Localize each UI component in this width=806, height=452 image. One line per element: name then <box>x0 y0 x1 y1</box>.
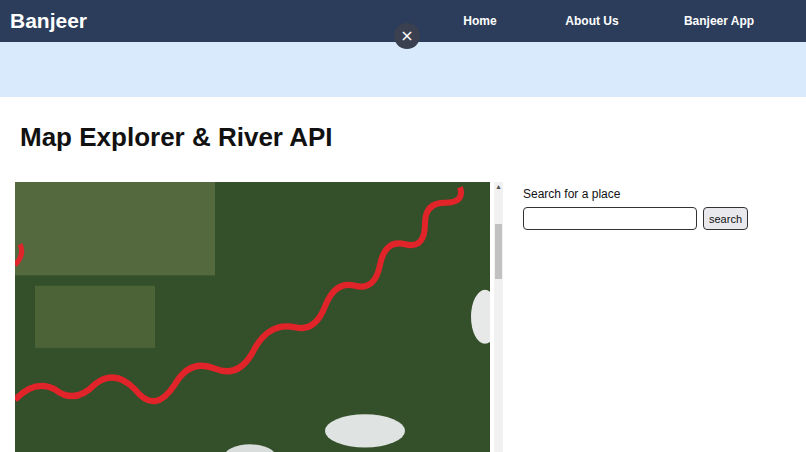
satellite-map[interactable] <box>15 182 490 452</box>
nav-item[interactable]: About Us <box>536 14 648 28</box>
logo[interactable]: Banjeer <box>10 9 87 33</box>
page-title: Map Explorer & River API <box>20 121 806 153</box>
search-label: Search for a place <box>523 187 748 201</box>
page: Banjeer HomeAbout UsBanjeer App × Map Explo… <box>0 0 806 452</box>
search-panel: Search for a place search <box>523 187 748 230</box>
scroll-up-button[interactable]: ▴ <box>494 182 503 192</box>
map-scrollbar[interactable]: ▴ <box>494 182 503 452</box>
nav: HomeAbout UsBanjeer App <box>424 14 806 28</box>
search-button[interactable]: search <box>703 207 748 230</box>
top-bar: BanjeerHomeAbout UsBanjeer App× <box>0 0 806 42</box>
content: ▴ Search for a place search <box>0 182 806 452</box>
search-input[interactable] <box>523 207 697 230</box>
close-button[interactable]: × <box>394 23 420 49</box>
scroll-thumb[interactable] <box>495 224 502 279</box>
nav-item[interactable]: Home <box>424 14 536 28</box>
scroll-track <box>494 192 503 452</box>
search-row: search <box>523 207 748 230</box>
banner <box>0 42 806 97</box>
map[interactable] <box>15 182 490 452</box>
nav-item[interactable]: Banjeer App <box>648 14 790 28</box>
